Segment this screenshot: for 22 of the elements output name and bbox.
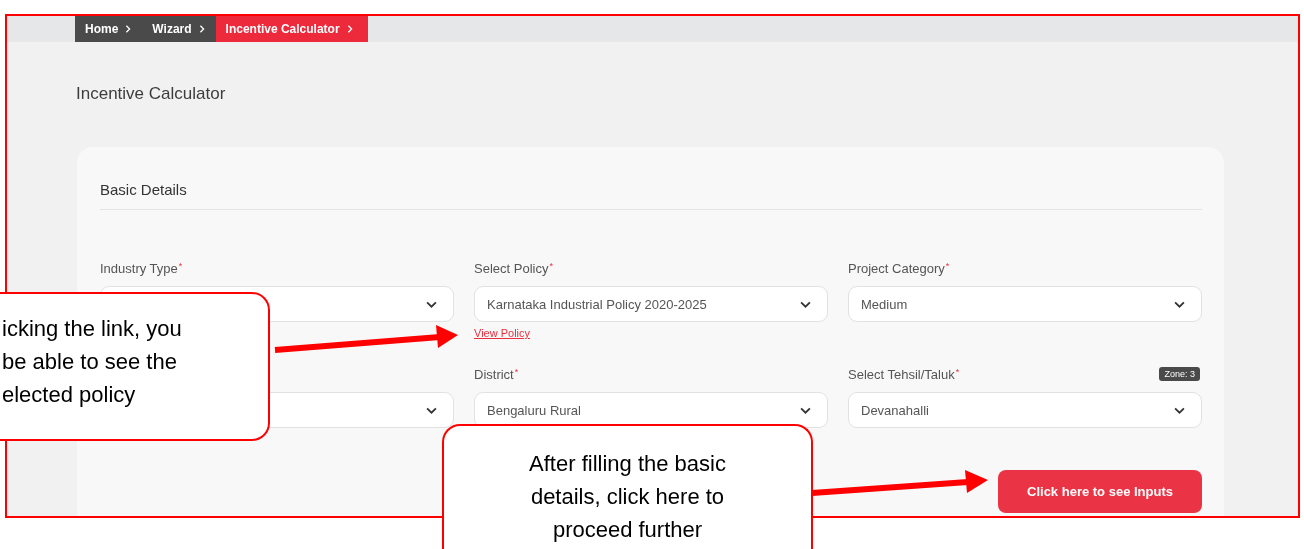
view-policy-link[interactable]: View Policy [474, 326, 531, 340]
field-label: Select Tehsil/Taluk$^{*}$ [848, 366, 960, 382]
callout-tooltip: icking the link, you be able to see the elected policy [0, 292, 270, 441]
chevron-right-icon [124, 24, 133, 34]
field-label: Select Policy$^{*}$ [474, 260, 553, 276]
field-label: Industry Type$^{*}$ [100, 260, 183, 276]
field-label: District$^{*}$ [474, 366, 519, 382]
breadcrumb-item[interactable]: Wizard [142, 16, 216, 42]
select-field[interactable]: Karnataka Industrial Policy 2020-2025 [474, 286, 828, 322]
see-inputs-button[interactable]: Click here to see Inputs [998, 470, 1202, 513]
chevron-right-icon [197, 24, 206, 34]
select-field[interactable]: Devanahalli [848, 392, 1202, 428]
section-title: Basic Details [100, 180, 1202, 210]
chevron-right-icon [345, 24, 354, 34]
callout-tooltip: After filling the basic details, click here to proceed further [442, 424, 813, 549]
breadcrumb-item[interactable]: Incentive Calculator [215, 16, 368, 42]
select-field[interactable]: Medium [848, 286, 1202, 322]
select-field[interactable]: Bengaluru Rural [474, 392, 828, 428]
zone-badge: Zone: 3 [1159, 367, 1200, 381]
page-title: Incentive Calculator [75, 83, 227, 105]
field-label: Project Category$^{*}$ [848, 260, 950, 276]
breadcrumb-item[interactable]: Home [75, 16, 143, 42]
